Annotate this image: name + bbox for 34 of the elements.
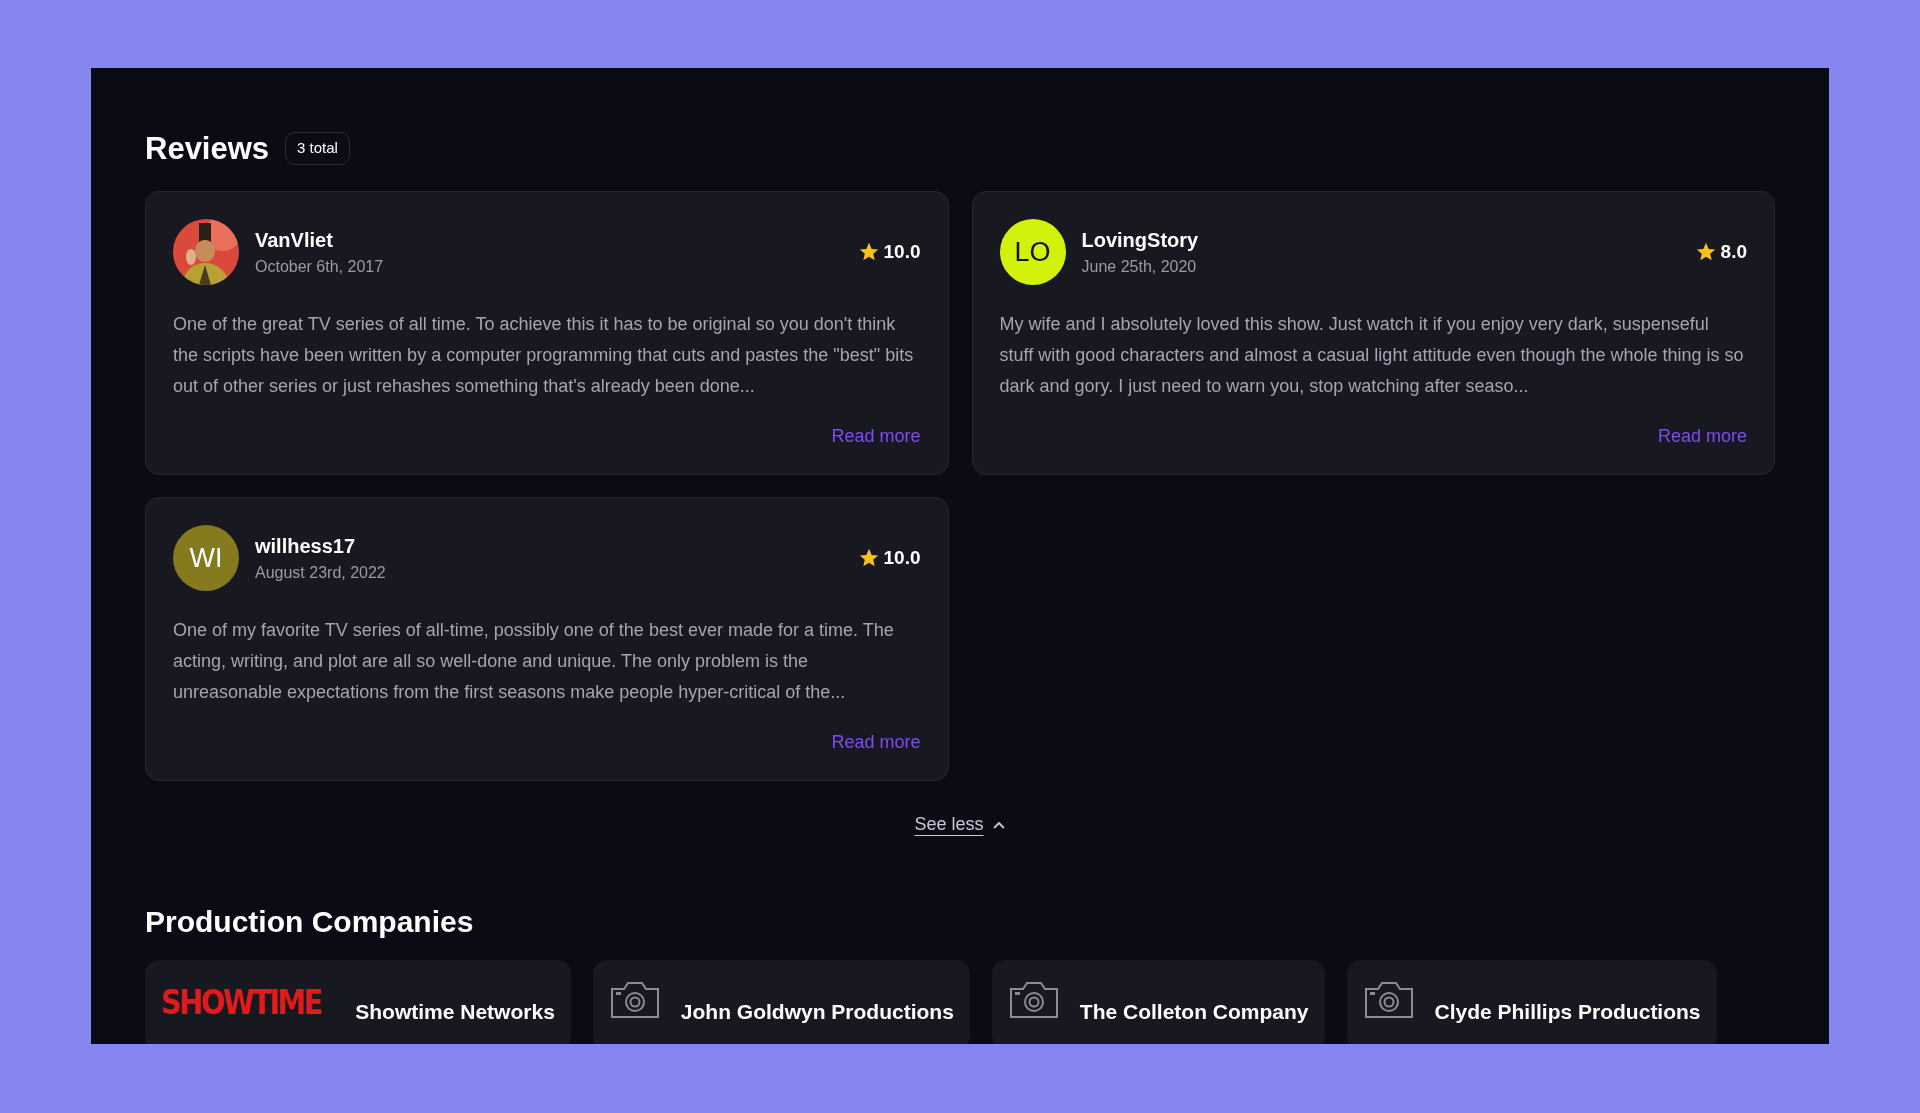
company-name: Clyde Phillips Productions [1434,999,1701,1026]
company-logo: SHOWTIME [161,981,322,1025]
see-less-link[interactable]: See less [914,811,1006,839]
author-name: VanVliet [255,228,334,254]
read-more-link[interactable]: Read more [831,423,921,451]
camera-icon [608,980,661,1021]
company-name: The Colleton Company [1079,999,1309,1026]
company-name: Showtime Networks [355,999,555,1026]
review-text: My wife and I absolutely loved this show. Just watch it if you enjoy very dark, suspenseful stuff with good characters and almost a casual light attitude even though the whole thing is so dark and gory. I just need to warn you, stop watching after seaso... [999,313,1745,399]
section-title: Reviews [145,130,270,168]
company-card[interactable]: Clyde Phillips Productions [1346,960,1717,1044]
read-more-link[interactable]: Read more [1657,423,1747,451]
company-card[interactable]: John Goldwyn Productions [592,960,970,1044]
author-name: willhess17 [255,534,357,560]
chevron-up-icon [991,819,1006,830]
rating: 10.0 [883,239,921,264]
review-text: One of the great TV series of all time. To achieve this it has to be original so you don't think the scripts have been written by a computer programming that cuts and pastes the "best" bits out of other series or just rehashes something that's already been done... [173,313,915,399]
review-count: 3 total [285,132,350,165]
company-card[interactable]: The Colleton Company [991,960,1325,1044]
avatar: WI [173,525,239,592]
read-more-link[interactable]: Read more [831,729,921,757]
company-card[interactable]: SHOWTIME Showtime Networks [145,960,571,1044]
camera-icon [1007,980,1060,1021]
review-text: One of my favorite TV series of all-time, possibly one of the best ever made for a time. The acting, writing, and plot are all so well-done and unique. The only problem is the unreasonable expectations from the first seasons make people hyper-critical of the... [173,619,895,705]
camera-icon [1362,980,1415,1021]
company-name: John Goldwyn Productions [680,999,954,1026]
review-date: June 25th, 2020 [1081,257,1198,278]
rating: 8.0 [1720,239,1747,264]
section-title: Production Companies [145,904,475,941]
author-name: LovingStory [1081,228,1200,254]
rating: 10.0 [883,545,921,570]
avatar: LO [999,219,1066,286]
review-date: August 23rd, 2022 [255,563,387,584]
review-date: October 6th, 2017 [255,257,385,278]
